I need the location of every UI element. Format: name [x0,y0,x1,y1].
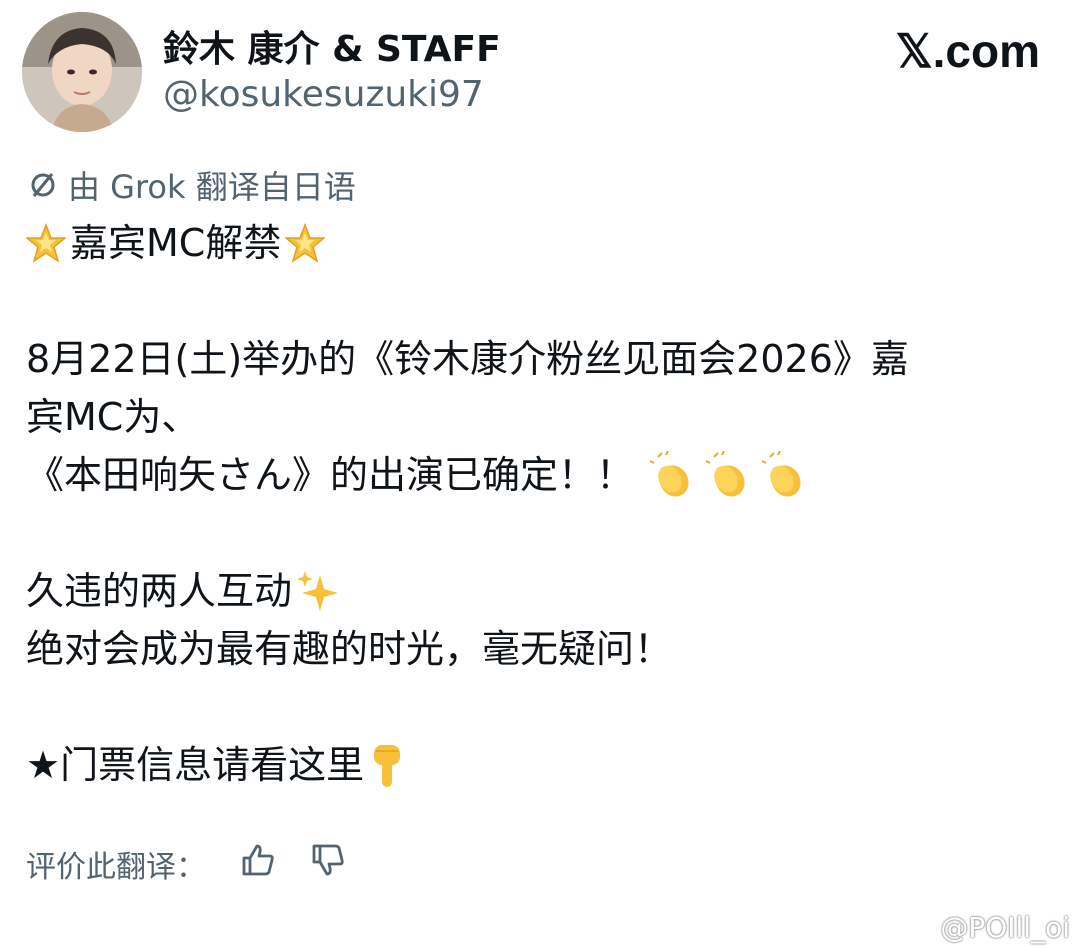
avatar-photo-icon [22,12,142,132]
tweet-line: 《本田响矢さん》的出演已确定！！ [26,446,1066,504]
tweet-text: 嘉宾MC解禁 8月22日(土)举办的《铃木康介粉丝见面会2026》嘉 宾MC为、… [26,214,1066,794]
tweet-line-7: ★门票信息请看这里 [26,743,365,787]
weibo-watermark: @POIll_oi [900,911,1070,944]
glowing-star-icon [285,223,326,263]
tweet-line: 嘉宾MC解禁 [26,214,1066,272]
user-handle[interactable]: @kosukesuzuki97 [163,74,484,115]
translate-slash-icon [31,173,55,197]
clapping-hands-icon [761,451,801,497]
display-name[interactable]: 鈴木 康介 & STAFF [163,20,501,72]
glowing-star-icon [26,223,66,263]
sparkles-icon [297,571,339,611]
tweet-line-2: 8月22日(土)举办的《铃木康介粉丝见面会2026》嘉 [26,337,909,381]
rate-translation: 评价此翻译： [26,842,346,886]
tweet-line-1: 嘉宾MC解禁 [70,221,282,265]
clapping-hands-icon [705,451,745,497]
tweet-line-3: 宾MC为、 [26,395,200,439]
tweet-line: ★门票信息请看这里 [26,736,1066,794]
watermark-text: @POIll_oi [940,911,1070,944]
translation-notice: 由 Grok 翻译自日语 [28,162,356,208]
thumbs-down-button[interactable] [310,842,346,886]
tweet-line: 宾MC为、 [26,388,1066,446]
site-label: 𝕏.com [895,25,1040,77]
tweet-line-6: 绝对会成为最有趣的时光，毫无疑问！ [26,627,673,671]
tweet-line: 绝对会成为最有趣的时光，毫无疑问！ [26,620,1066,678]
thumbs-up-button[interactable] [240,842,276,886]
tweet-line-5: 久违的两人互动 [26,569,293,613]
pointing-down-icon [374,745,401,787]
thumbs-up-icon [242,844,274,876]
tweet-line-4: 《本田响矢さん》的出演已确定！！ [26,453,635,497]
tweet-line: 8月22日(土)举办的《铃木康介粉丝见面会2026》嘉 [26,330,1066,388]
tweet-line: 久违的两人互动 [26,562,1066,620]
thumbs-down-icon [312,844,344,876]
weibo-icon [901,916,933,941]
avatar[interactable] [22,12,142,132]
clapping-hands-icon [649,451,689,497]
translation-label: 由 Grok 翻译自日语 [68,168,356,206]
rate-translation-label: 评价此翻译： [26,850,206,885]
tweet-header: 鈴木 康介 & STAFF @kosukesuzuki97 𝕏.com [0,0,1080,140]
